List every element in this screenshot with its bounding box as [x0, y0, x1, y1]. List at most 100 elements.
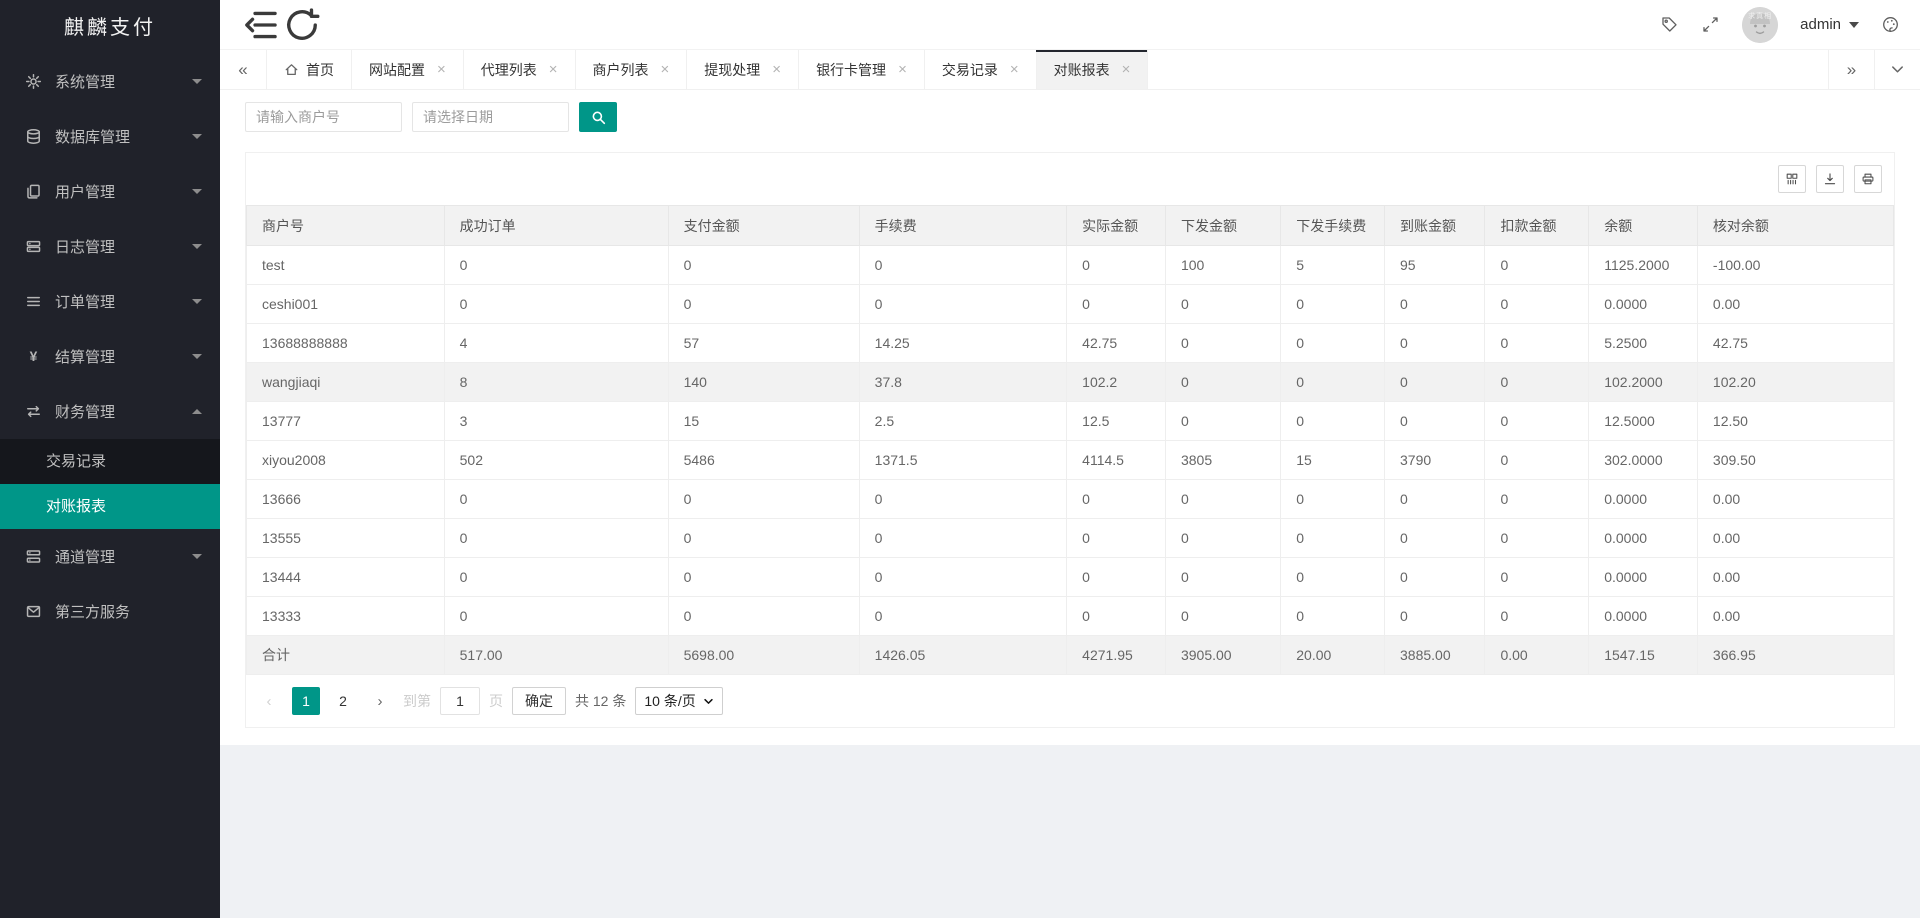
table-cell: 42.75 [1067, 324, 1166, 363]
table-cell: wangjiaqi [247, 363, 445, 402]
sidebar-item[interactable]: 通道管理 [0, 529, 220, 584]
tab-商户列表[interactable]: 商户列表 × [575, 50, 687, 89]
page-button-2[interactable]: 2 [329, 687, 357, 715]
export-icon [1823, 172, 1837, 186]
table-cell: 0 [1485, 519, 1589, 558]
sidebar-subitem[interactable]: 交易记录 [0, 439, 220, 484]
tab-对账报表[interactable]: 对账报表× [1036, 50, 1149, 89]
columns-filter-button[interactable] [1778, 165, 1806, 193]
sidebar-item[interactable]: 用户管理 [0, 164, 220, 219]
chevron-down-icon [192, 299, 202, 304]
close-icon[interactable]: × [772, 62, 781, 77]
log-icon [25, 238, 42, 255]
table-cell: 0 [1281, 324, 1385, 363]
chevron-down-icon [703, 696, 714, 707]
sidebar-item[interactable]: 日志管理 [0, 219, 220, 274]
table-cell: 0 [1485, 597, 1589, 636]
table-cell: 15 [668, 402, 859, 441]
page-button-1[interactable]: 1 [292, 687, 320, 715]
search-icon [591, 110, 606, 125]
table-header-row: 商户号成功订单支付金额手续费实际金额下发金额下发手续费到账金额扣款金额余额核对余… [247, 206, 1894, 246]
column-header: 下发手续费 [1281, 206, 1385, 246]
table-cell: 0 [1485, 558, 1589, 597]
tab-代理列表[interactable]: 代理列表× [463, 50, 575, 89]
per-page-select[interactable]: 10 条/页 [635, 687, 722, 715]
sidebar-item[interactable]: 第三方服务 [0, 584, 220, 639]
sidebar-item[interactable]: 数据库管理 [0, 109, 220, 164]
database-icon [25, 128, 42, 145]
collapse-menu-icon[interactable] [242, 0, 282, 50]
close-icon[interactable]: × [1122, 62, 1131, 77]
table-cell: 3805 [1165, 441, 1280, 480]
print-button[interactable] [1854, 165, 1882, 193]
tabs-scroll-right-icon[interactable]: » [1828, 50, 1874, 89]
goto-label: 到第 [403, 691, 431, 711]
sidebar-item-label: 用户管理 [55, 181, 192, 202]
table-total-cell: 1426.05 [859, 636, 1067, 675]
close-icon[interactable]: × [898, 62, 907, 77]
close-icon[interactable]: × [549, 62, 558, 77]
tabs-menu-chevron-icon[interactable] [1874, 50, 1920, 89]
sidebar-item[interactable]: ¥结算管理 [0, 329, 220, 384]
table-cell: 57 [668, 324, 859, 363]
column-header: 支付金额 [668, 206, 859, 246]
search-button[interactable] [579, 102, 617, 132]
palette-icon[interactable] [1881, 15, 1900, 34]
table-cell: 1125.2000 [1589, 246, 1698, 285]
table-total-cell: 366.95 [1697, 636, 1893, 675]
table-cell: 0 [1385, 285, 1485, 324]
tabs-scroll-left-icon[interactable]: « [220, 50, 266, 89]
app-logo-title: 麒麟支付 [0, 0, 220, 50]
chevron-down-icon [192, 244, 202, 249]
tab-提现处理[interactable]: 提现处理× [686, 50, 798, 89]
table-cell: 0 [1165, 285, 1280, 324]
table-cell: 0 [668, 558, 859, 597]
sidebar-item[interactable]: 财务管理 [0, 384, 220, 439]
columns-filter-icon [1785, 172, 1799, 186]
tabbar-spacer [1148, 50, 1828, 89]
prev-page-button[interactable]: ‹ [255, 687, 283, 715]
export-button[interactable] [1816, 165, 1844, 193]
table-cell: 0.0000 [1589, 480, 1698, 519]
tab-label: 商户列表 [593, 60, 649, 80]
yen-icon: ¥ [25, 348, 42, 365]
sidebar-subitem[interactable]: 对账报表 [0, 484, 220, 529]
table-cell: 0 [1385, 402, 1485, 441]
table-total-cell: 517.00 [444, 636, 668, 675]
fullscreen-icon[interactable] [1701, 15, 1720, 34]
table-cell: 0 [444, 519, 668, 558]
table-cell: 4 [444, 324, 668, 363]
sidebar-item[interactable]: 系统管理 [0, 54, 220, 109]
sidebar-item[interactable]: 订单管理 [0, 274, 220, 329]
confirm-button[interactable]: 确定 [512, 687, 566, 715]
close-icon[interactable]: × [437, 62, 446, 77]
next-page-button[interactable]: › [366, 687, 394, 715]
sidebar-item-label: 第三方服务 [55, 601, 202, 622]
mail-icon [25, 603, 42, 620]
table-cell: 0 [1385, 597, 1485, 636]
table-cell: 13333 [247, 597, 445, 636]
close-icon[interactable]: × [661, 62, 670, 77]
refresh-icon[interactable] [282, 0, 322, 50]
tab-银行卡管理[interactable]: 银行卡管理× [798, 50, 924, 89]
table-cell: -100.00 [1697, 246, 1893, 285]
user-menu[interactable]: admin [1800, 16, 1859, 33]
date-picker-input[interactable] [412, 102, 569, 132]
tag-icon[interactable] [1660, 15, 1679, 34]
goto-page-input[interactable] [440, 687, 480, 715]
table-cell: 0 [1485, 441, 1589, 480]
tab-home[interactable]: 首页 [266, 50, 351, 89]
avatar[interactable]: 求真相 [1742, 7, 1778, 43]
tab-交易记录[interactable]: 交易记录× [924, 50, 1036, 89]
merchant-id-input[interactable] [245, 102, 402, 132]
print-icon [1861, 172, 1875, 186]
tab-网站配置[interactable]: 网站配置× [351, 50, 463, 89]
sidebar-item-label: 财务管理 [55, 401, 192, 422]
table-row: xiyou200850254861371.54114.5380515379003… [247, 441, 1894, 480]
chevron-down-icon [192, 354, 202, 359]
gear-icon [25, 73, 42, 90]
close-icon[interactable]: × [1010, 62, 1019, 77]
table-cell: 3 [444, 402, 668, 441]
table-cell: 0 [668, 246, 859, 285]
table-cell: 0 [1385, 519, 1485, 558]
